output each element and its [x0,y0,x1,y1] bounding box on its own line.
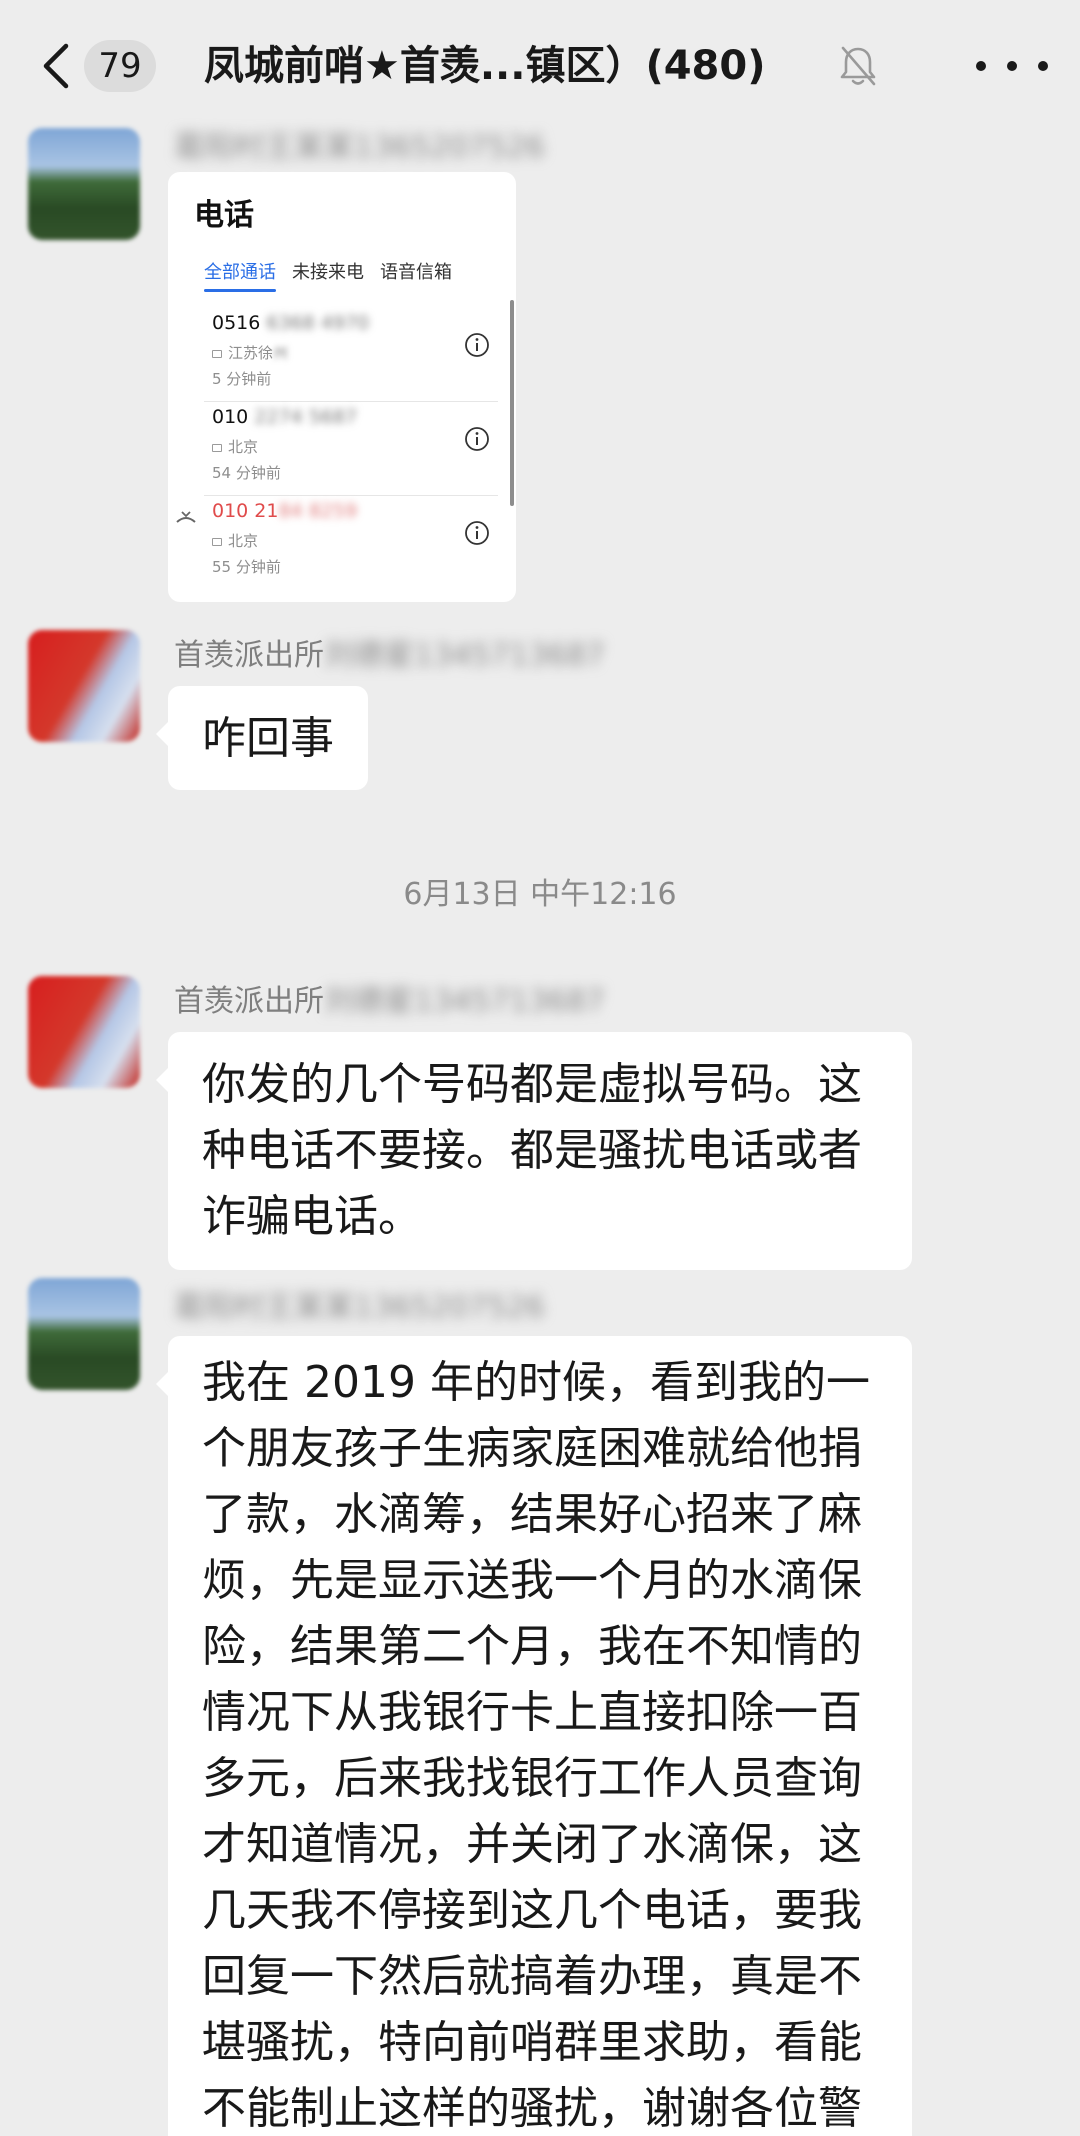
call-number: 010 2274 5687 [212,406,357,428]
call-time: 5 分钟前 [212,370,272,388]
sender-name-visible: 首羡派出所 [174,984,324,1019]
tab-missed-calls: 未接来电 [292,262,364,283]
chat-header: 79 凤城前哨★首羡...镇区）(480) [0,0,1080,128]
call-number-blurred: 84 8259 [278,500,358,522]
call-number-visible: 010 [212,406,249,428]
more-dots-icon [976,61,986,71]
info-icon [465,333,489,357]
more-options-button[interactable] [976,44,1048,88]
call-log-row: 0516 6368 4970 江苏徐州 5 分钟前 [168,308,498,402]
screenshot-scrollbar [510,300,514,506]
more-dot [1038,61,1048,71]
message-bubble[interactable]: 咋回事 [156,686,368,790]
message-text: 你发的几个号码都是虚拟号码。这种电话不要接。都是骚扰电话或者诈骗电话。 [202,1059,862,1242]
sim-icon [212,443,222,452]
call-log-row: 010 2274 5687 北京 54 分钟前 [168,402,498,496]
more-dot [1007,61,1017,71]
sender-name-visible: 首羡派出所 [174,638,324,673]
unread-count-badge[interactable]: 79 [84,40,156,92]
chat-title[interactable]: 凤城前哨★首羡...镇区）(480) [204,36,766,96]
call-location-visible: 江苏徐 [228,344,274,362]
screenshot-tabs: 全部通话 未接来电 语音信箱 [204,258,452,292]
call-time: 54 分钟前 [212,464,281,482]
call-time: 55 分钟前 [212,558,281,576]
message-timestamp: 6月13日 中午12:16 [403,877,677,912]
call-log-row-missed: 010 2184 8259 北京 55 分钟前 [168,496,498,590]
info-icon [465,427,489,451]
call-location-blurred: 州 [273,344,289,362]
sim-icon [212,349,222,358]
avatar[interactable] [28,128,140,240]
sender-name-blurred: 刘德星1345713687 [324,638,605,673]
message-bubble[interactable]: 我在 2019 年的时候，看到我的一个朋友孩子生病家庭困难就给他捐了款，水滴筹，… [156,1336,912,2136]
sender-name-blurred: 葛阳村王某某1365207526 [174,1290,545,1325]
call-number-blurred: 2274 5687 [248,406,358,428]
sender-name-blurred: 刘德星1345713687 [324,984,605,1019]
call-location: 北京 [212,436,258,457]
message-bubble[interactable]: 你发的几个号码都是虚拟号码。这种电话不要接。都是骚扰电话或者诈骗电话。 [156,1032,912,1270]
bell-muted-icon [840,46,876,86]
info-icon [465,521,489,545]
call-number-visible: 0516 [212,312,261,334]
avatar[interactable] [28,1278,140,1390]
back-button[interactable] [36,38,76,94]
call-log-screenshot-image[interactable]: 电话 全部通话 未接来电 语音信箱 0516 6368 4970 江苏徐州 5 … [168,172,516,602]
missed-call-icon [176,511,196,523]
sender-name: 首羡派出所刘德星1345713687 [174,982,605,1022]
message-text: 咋回事 [202,713,334,764]
chevron-left-icon [43,43,69,89]
call-number: 010 2184 8259 [212,500,357,522]
avatar[interactable] [28,630,140,742]
call-location: 江苏徐州 [212,342,288,363]
avatar[interactable] [28,976,140,1088]
call-number-blurred: 6368 4970 [260,312,370,334]
tab-voicemail: 语音信箱 [380,262,452,283]
call-number-visible: 010 21 [212,500,279,522]
sim-icon [212,537,222,546]
call-number: 0516 6368 4970 [212,312,369,334]
message-text: 我在 2019 年的时候，看到我的一个朋友孩子生病家庭困难就给他捐了款，水滴筹，… [202,1357,870,2134]
call-location-visible: 北京 [228,532,259,550]
tab-all-calls: 全部通话 [204,258,276,292]
screenshot-title: 电话 [194,198,254,233]
sender-name: 首羡派出所刘德星1345713687 [174,636,605,676]
call-location: 北京 [212,530,258,551]
call-location-visible: 北京 [228,438,259,456]
sender-name-blurred: 葛阳村王某某1365207526 [174,130,545,165]
